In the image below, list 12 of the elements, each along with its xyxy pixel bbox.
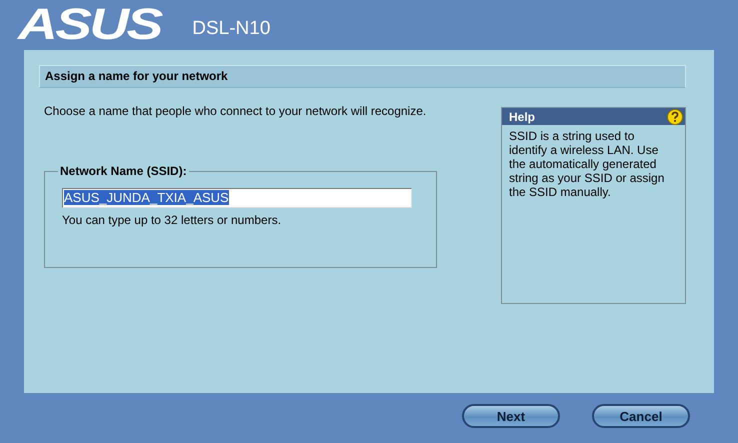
hint-text: You can type up to 32 letters or numbers. [62,213,282,227]
question-icon[interactable] [667,108,683,124]
model-name: DSL-N10 [192,18,270,40]
ssid-input-field[interactable]: ASUS_JUNDA_TXIA_ASUS [62,188,412,208]
help-text: SSID is a string used to identify a wireless LAN. Use the automatically generated string as your SSID or assign the SSID manually. [509,129,666,199]
wizard-button[interactable]: Next [462,404,560,428]
section-title: Assign a name for your network [39,65,686,88]
wizard-button[interactable]: Cancel [592,404,690,428]
brand-logo: ASUS [18,3,161,47]
help-title: Help [509,110,536,124]
group-legend: Network Name (SSID): [58,164,189,178]
intro-text: Choose a name that people who connect to your network will recognize. [44,104,428,118]
